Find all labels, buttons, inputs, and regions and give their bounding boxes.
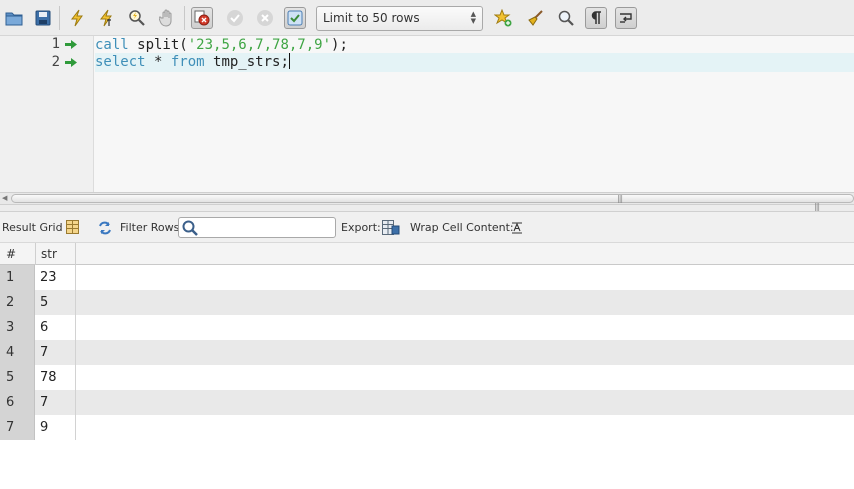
lightning-icon xyxy=(70,9,83,27)
column-header-index[interactable]: # xyxy=(6,247,16,261)
statement-arrow-icon xyxy=(65,40,77,49)
table-cell[interactable]: 23 xyxy=(35,265,76,290)
code-string: '23,5,6,7,78,7,9' xyxy=(187,37,332,53)
toggle-invisibles-button[interactable] xyxy=(585,7,607,29)
code-keyword: call xyxy=(95,37,129,53)
rollback-button[interactable] xyxy=(254,7,276,29)
save-icon xyxy=(35,10,51,26)
code-text: ); xyxy=(331,37,348,53)
table-cell[interactable]: 6 xyxy=(35,315,76,340)
find-button[interactable] xyxy=(555,7,577,29)
text-caret xyxy=(288,53,290,69)
result-grid[interactable]: # str 1 23 2 5 3 6 4 7 5 78 6 7 7 9 xyxy=(0,243,854,489)
magnifier-icon xyxy=(558,10,574,26)
search-icon xyxy=(182,220,198,236)
table-cell[interactable]: 5 xyxy=(35,290,76,315)
commit-button[interactable] xyxy=(224,7,246,29)
autocommit-icon xyxy=(287,10,303,26)
toggle-autocommit-button[interactable] xyxy=(284,7,306,29)
cancel-circle-icon xyxy=(257,10,273,26)
folder-icon xyxy=(5,12,23,26)
table-row[interactable]: 7 9 xyxy=(0,415,854,440)
statement-arrow-icon xyxy=(65,58,77,67)
row-number: 2 xyxy=(0,290,35,315)
scrollbar-thumb[interactable] xyxy=(11,194,854,203)
pilcrow-icon xyxy=(591,11,601,24)
wrap-cell-content-label: Wrap Cell Content: xyxy=(410,221,514,234)
code-line-active[interactable]: select * from tmp_strs; xyxy=(95,53,854,72)
limit-rows-value: Limit to 50 rows xyxy=(323,11,420,25)
export-label: Export: xyxy=(341,221,381,234)
filter-rows-label: Filter Rows: xyxy=(120,221,184,234)
row-number: 7 xyxy=(0,415,35,440)
table-cell[interactable]: 9 xyxy=(35,415,76,440)
word-wrap-icon xyxy=(620,13,632,23)
save-button[interactable] xyxy=(32,7,54,29)
execute-current-button[interactable] xyxy=(96,7,118,29)
grid-header-row: # str xyxy=(0,243,854,265)
lightning-cursor-icon xyxy=(99,9,112,27)
table-row[interactable]: 2 5 xyxy=(0,290,854,315)
row-number: 5 xyxy=(0,365,35,390)
sql-editor[interactable]: 1 call split('23,5,6,7,78,7,9'); 2 selec… xyxy=(0,36,854,192)
column-header-str[interactable]: str xyxy=(41,247,57,261)
row-number: 1 xyxy=(0,265,35,290)
row-number: 6 xyxy=(0,390,35,415)
table-row[interactable]: 1 23 xyxy=(0,265,854,290)
line-number: 1 xyxy=(51,36,60,52)
table-cell[interactable]: 78 xyxy=(35,365,76,390)
table-row[interactable]: 4 7 xyxy=(0,340,854,365)
grip-icon: ||| xyxy=(617,194,623,203)
grid-view-icon[interactable] xyxy=(66,220,79,234)
table-row[interactable]: 5 78 xyxy=(0,365,854,390)
table-row[interactable]: 6 7 xyxy=(0,390,854,415)
toggle-word-wrap-button[interactable] xyxy=(615,7,637,29)
table-cell[interactable]: 7 xyxy=(35,340,76,365)
code-text: * xyxy=(145,54,171,70)
grip-icon: ||| xyxy=(814,202,820,211)
open-file-button[interactable] xyxy=(3,7,25,29)
line-number: 2 xyxy=(51,54,60,70)
explain-button[interactable] xyxy=(126,7,148,29)
refresh-icon[interactable] xyxy=(97,221,113,235)
filter-rows-input[interactable] xyxy=(178,217,336,238)
table-cell[interactable]: 7 xyxy=(35,390,76,415)
broom-icon xyxy=(528,10,543,26)
code-text: tmp_strs; xyxy=(204,54,289,70)
limit-rows-select[interactable]: Limit to 50 rows ▲ ▼ xyxy=(316,6,483,31)
code-keyword: select xyxy=(95,54,146,70)
stop-button[interactable] xyxy=(156,7,178,29)
editor-horizontal-scrollbar[interactable]: ◀ ||| xyxy=(0,192,854,205)
hand-stop-icon xyxy=(159,9,172,27)
magnifier-lightning-icon xyxy=(129,10,145,26)
beautify-button[interactable] xyxy=(525,7,547,29)
code-keyword: from xyxy=(170,54,205,70)
code-text: split( xyxy=(128,37,188,53)
star-plus-icon xyxy=(494,9,512,27)
panel-splitter[interactable]: ||| xyxy=(0,202,854,212)
execute-all-button[interactable] xyxy=(66,7,88,29)
export-icon[interactable] xyxy=(382,220,400,235)
row-number: 4 xyxy=(0,340,35,365)
check-circle-icon xyxy=(227,10,243,26)
table-row[interactable]: 3 6 xyxy=(0,315,854,340)
row-number: 3 xyxy=(0,315,35,340)
toggle-stop-on-error-button[interactable] xyxy=(191,7,213,29)
scroll-left-icon[interactable]: ◀ xyxy=(2,194,7,202)
result-toolbar: Result Grid Filter Rows: Export: Wrap Ce… xyxy=(0,212,854,243)
add-snippet-button[interactable] xyxy=(492,7,514,29)
select-arrows-icon: ▲ ▼ xyxy=(470,10,476,25)
wrap-text-icon[interactable] xyxy=(511,222,523,234)
result-grid-label: Result Grid xyxy=(2,221,63,234)
marker-gutter xyxy=(80,36,94,192)
editor-toolbar: Limit to 50 rows ▲ ▼ xyxy=(0,0,854,36)
stop-on-error-icon xyxy=(194,10,210,26)
